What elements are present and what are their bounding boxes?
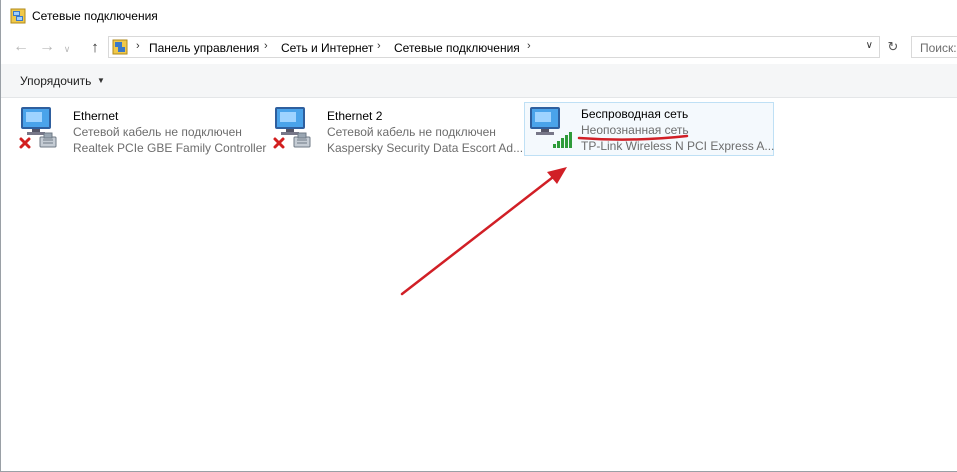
network-cable-disconnected-icon	[19, 107, 57, 149]
up-arrow-icon[interactable]: ↑	[85, 37, 105, 57]
title-bar: Сетевые подключения	[1, 0, 957, 33]
breadcrumb-separator-icon[interactable]: ›	[264, 40, 268, 52]
organize-dropdown-icon[interactable]: ▼	[97, 76, 105, 85]
connection-adapter: Realtek PCIe GBE Family Controller	[73, 141, 267, 155]
breadcrumb-network-internet[interactable]: Сеть и Интернет	[281, 41, 373, 55]
search-placeholder: Поиск: Сетевые подключения	[920, 41, 957, 55]
network-connections-icon	[10, 8, 26, 24]
connection-name: Ethernet 2	[327, 109, 383, 123]
annotation-arrow-head	[547, 167, 567, 184]
refresh-icon[interactable]: ↻	[883, 37, 903, 57]
connection-adapter: Kaspersky Security Data Escort Ad...	[327, 141, 524, 155]
connection-item-wireless[interactable]: Беспроводная сеть Неопознанная сеть TP-L…	[524, 102, 774, 156]
wireless-signal-icon	[530, 107, 572, 148]
connection-item-ethernet-2[interactable]: Ethernet 2 Сетевой кабель не подключен K…	[272, 104, 523, 156]
organize-button[interactable]: Упорядочить	[20, 74, 91, 88]
network-connections-window: Сетевые подключения ← → ∨ ↑ › Панель упр…	[0, 0, 957, 472]
back-arrow-icon[interactable]: ←	[11, 37, 31, 57]
connection-item-ethernet[interactable]: Ethernet Сетевой кабель не подключен Rea…	[18, 104, 267, 156]
breadcrumb-separator-icon[interactable]: ›	[377, 40, 381, 52]
annotation-arrow-shaft	[400, 172, 559, 296]
connection-name: Ethernet	[73, 109, 119, 123]
control-panel-icon	[112, 39, 128, 55]
navigation-bar: ← → ∨ ↑ › Панель управления › Сеть и Инт…	[1, 35, 957, 61]
recent-locations-chevron-icon[interactable]: ∨	[61, 39, 73, 59]
connection-status: Сетевой кабель не подключен	[327, 125, 496, 139]
connection-status: Неопознанная сеть	[581, 123, 689, 137]
forward-arrow-icon[interactable]: →	[37, 37, 57, 57]
search-input[interactable]: Поиск: Сетевые подключения	[911, 36, 957, 58]
window-title: Сетевые подключения	[32, 9, 158, 23]
breadcrumb-control-panel[interactable]: Панель управления	[149, 41, 259, 55]
connection-status: Сетевой кабель не подключен	[73, 125, 242, 139]
address-bar[interactable]: › Панель управления › Сеть и Интернет › …	[108, 36, 880, 58]
breadcrumb-network-connections[interactable]: Сетевые подключения	[394, 41, 520, 55]
command-bar: Упорядочить ▼	[1, 64, 957, 98]
connection-name: Беспроводная сеть	[581, 107, 689, 121]
breadcrumb-separator-icon[interactable]: ›	[136, 40, 140, 52]
breadcrumb-separator-icon[interactable]: ›	[527, 40, 531, 52]
address-dropdown-icon[interactable]: ∨	[866, 40, 873, 51]
network-cable-disconnected-icon	[273, 107, 311, 149]
connection-adapter: TP-Link Wireless N PCI Express A...	[581, 139, 775, 153]
